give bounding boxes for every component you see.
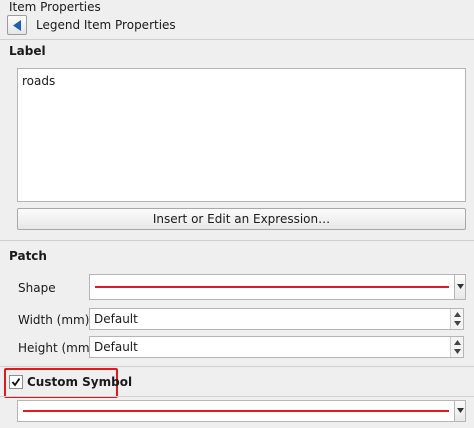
custom-symbol-line-preview bbox=[23, 410, 449, 412]
spin-down-icon bbox=[454, 349, 461, 354]
chevron-down-icon bbox=[457, 408, 464, 413]
back-button[interactable] bbox=[7, 15, 27, 35]
height-label: Height (mm) bbox=[18, 341, 95, 355]
section-divider bbox=[0, 240, 474, 241]
checkmark-icon bbox=[11, 377, 21, 387]
width-label: Width (mm) bbox=[18, 313, 90, 327]
panel-title: Item Properties bbox=[9, 0, 101, 14]
back-arrow-icon bbox=[13, 20, 21, 31]
width-spin-buttons[interactable] bbox=[450, 309, 463, 329]
chevron-down-icon bbox=[457, 284, 464, 289]
spin-up-icon bbox=[454, 312, 461, 317]
height-spin-buttons[interactable] bbox=[450, 337, 463, 357]
section-divider bbox=[0, 396, 474, 397]
spin-up-icon bbox=[454, 340, 461, 345]
width-value: Default bbox=[94, 312, 138, 326]
section-divider bbox=[0, 366, 474, 367]
label-textarea[interactable]: roads bbox=[17, 68, 466, 202]
shape-dropdown-arrow[interactable] bbox=[454, 274, 466, 300]
shape-line-preview bbox=[95, 286, 449, 288]
label-section-header: Label bbox=[9, 44, 46, 58]
shape-symbol-button[interactable] bbox=[89, 274, 455, 300]
subpanel-title: Legend Item Properties bbox=[36, 18, 176, 32]
patch-section-header: Patch bbox=[9, 249, 47, 263]
header-divider bbox=[0, 39, 474, 40]
height-value: Default bbox=[94, 340, 138, 354]
custom-symbol-label[interactable]: Custom Symbol bbox=[27, 375, 132, 389]
custom-symbol-dropdown-arrow[interactable] bbox=[454, 400, 466, 422]
insert-expression-button[interactable]: Insert or Edit an Expression… bbox=[17, 208, 466, 230]
spin-down-icon bbox=[454, 321, 461, 326]
custom-symbol-button[interactable] bbox=[17, 400, 455, 422]
width-spinbox[interactable]: Default bbox=[89, 308, 464, 330]
shape-label: Shape bbox=[18, 281, 56, 295]
height-spinbox[interactable]: Default bbox=[89, 336, 464, 358]
custom-symbol-checkbox[interactable] bbox=[9, 375, 23, 389]
